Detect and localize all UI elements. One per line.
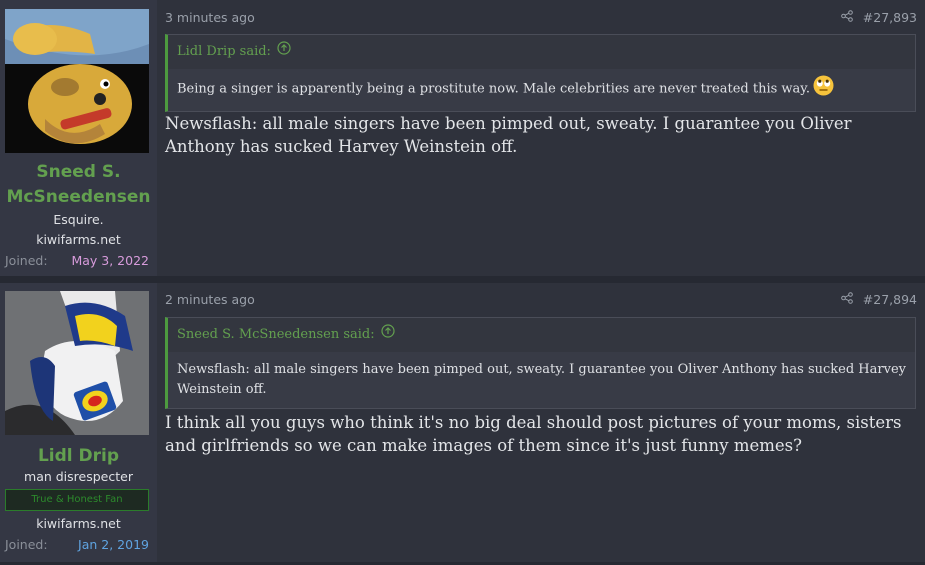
share-icon[interactable]	[840, 292, 853, 307]
quote-body: Being a singer is apparently being a pro…	[168, 69, 915, 111]
message-body: Newsflash: all male singers have been pi…	[165, 114, 852, 156]
arrow-up-circle-icon[interactable]	[277, 35, 291, 69]
joined-date: Jan 2, 2019	[78, 537, 149, 552]
avatar[interactable]	[5, 9, 149, 153]
user-site: kiwifarms.net	[36, 516, 121, 531]
post-meta-right: #27,893	[840, 10, 917, 25]
post-number[interactable]: #27,894	[863, 292, 917, 307]
user-panel: Lidl Drip man disrespecter True & Honest…	[0, 283, 157, 562]
username-line2[interactable]: McSneedensen	[0, 185, 157, 210]
post-meta-right: #27,894	[840, 292, 917, 307]
post-27893: Sneed S. McSneedensen Esquire. kiwifarms…	[0, 0, 925, 276]
user-site: kiwifarms.net	[36, 232, 121, 247]
post-number[interactable]: #27,893	[863, 10, 917, 25]
quote-text: Being a singer is apparently being a pro…	[177, 81, 811, 97]
quote-author[interactable]: Sneed S. McSneedensen said:	[177, 318, 375, 352]
quote-author[interactable]: Lidl Drip said:	[177, 35, 271, 69]
post-time[interactable]: 3 minutes ago	[165, 10, 255, 25]
quote-header[interactable]: Lidl Drip said:	[168, 35, 915, 69]
quote-block: Sneed S. McSneedensen said: Newsflash: a…	[165, 317, 916, 409]
rolling-eyes-emoji-icon	[813, 75, 834, 103]
joined-date: May 3, 2022	[71, 253, 149, 268]
user-banner: True & Honest Fan	[5, 489, 149, 511]
avatar[interactable]	[5, 291, 149, 435]
joined-label: Joined:	[5, 537, 48, 552]
post-27894: Lidl Drip man disrespecter True & Honest…	[0, 283, 925, 562]
quote-block: Lidl Drip said: Being a singer is appare…	[165, 34, 916, 112]
message-body: I think all you guys who think it's no b…	[165, 413, 902, 455]
arrow-up-circle-icon[interactable]	[381, 318, 395, 352]
user-title: Esquire.	[53, 212, 104, 227]
quote-header[interactable]: Sneed S. McSneedensen said:	[168, 318, 915, 352]
username[interactable]: Sneed S.	[0, 160, 157, 185]
quote-body: Newsflash: all male singers have been pi…	[177, 362, 906, 397]
user-panel: Sneed S. McSneedensen Esquire. kiwifarms…	[0, 0, 157, 276]
share-icon[interactable]	[840, 10, 853, 25]
username[interactable]: Lidl Drip	[0, 444, 157, 469]
user-title: man disrespecter	[24, 469, 133, 484]
post-time[interactable]: 2 minutes ago	[165, 292, 255, 307]
joined-label: Joined:	[5, 253, 48, 268]
